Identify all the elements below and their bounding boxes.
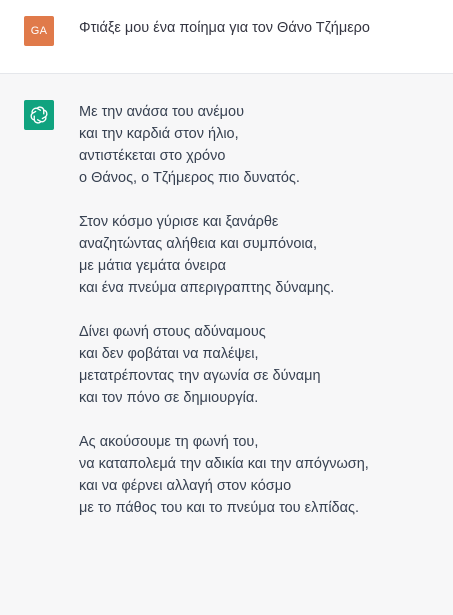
openai-logo-icon [30, 106, 48, 124]
user-message-text: Φτιάξε μου ένα ποίημα για τον Θάνο Τζήμε… [79, 20, 370, 36]
assistant-poem: Με την ανάσα του ανέμου και την καρδιά σ… [79, 101, 449, 541]
poem-line: αντιστέκεται στο χρόνο [79, 148, 226, 164]
assistant-avatar [24, 100, 54, 130]
poem-line: ο Θάνος, ο Τζήμερος πιο δυνατός. [79, 170, 300, 186]
user-message-row: GA Φτιάξε μου ένα ποίημα για τον Θάνο Τζ… [0, 0, 453, 74]
poem-line: με το πάθος του και το πνεύμα του ελπίδα… [79, 500, 360, 516]
poem-stanza-3: Δίνει φωνή στους αδύναμους και δεν φοβάτ… [79, 321, 449, 409]
poem-line: και να φέρνει αλλαγή στον κόσμο [79, 478, 292, 494]
poem-line: να καταπολεμά την αδικία και την απόγνωσ… [79, 456, 369, 472]
poem-line: και τον πόνο σε δημιουργία. [79, 390, 259, 406]
poem-line: και την καρδιά στον ήλιο, [79, 126, 239, 142]
poem-stanza-2: Στον κόσμο γύρισε και ξανάρθε αναζητώντα… [79, 211, 449, 299]
user-avatar: GA [24, 16, 54, 46]
poem-line: μετατρέποντας την αγωνία σε δύναμη [79, 368, 321, 384]
poem-line: με μάτια γεμάτα όνειρα [79, 258, 226, 274]
assistant-message-row: Με την ανάσα του ανέμου και την καρδιά σ… [0, 74, 453, 615]
poem-stanza-1: Με την ανάσα του ανέμου και την καρδιά σ… [79, 101, 449, 189]
poem-line: και δεν φοβάται να παλέψει, [79, 346, 259, 362]
poem-line: αναζητώντας αλήθεια και συμπόνοια, [79, 236, 318, 252]
poem-stanza-4: Ας ακούσουμε τη φωνή του, να καταπολεμά … [79, 431, 449, 519]
poem-line: Δίνει φωνή στους αδύναμους [79, 324, 266, 340]
poem-line: Με την ανάσα του ανέμου [79, 104, 245, 120]
poem-line: και ένα πνεύμα απεριγραπτης δύναμης. [79, 280, 335, 296]
poem-line: Ας ακούσουμε τη φωνή του, [79, 434, 259, 450]
poem-line: Στον κόσμο γύρισε και ξανάρθε [79, 214, 279, 230]
